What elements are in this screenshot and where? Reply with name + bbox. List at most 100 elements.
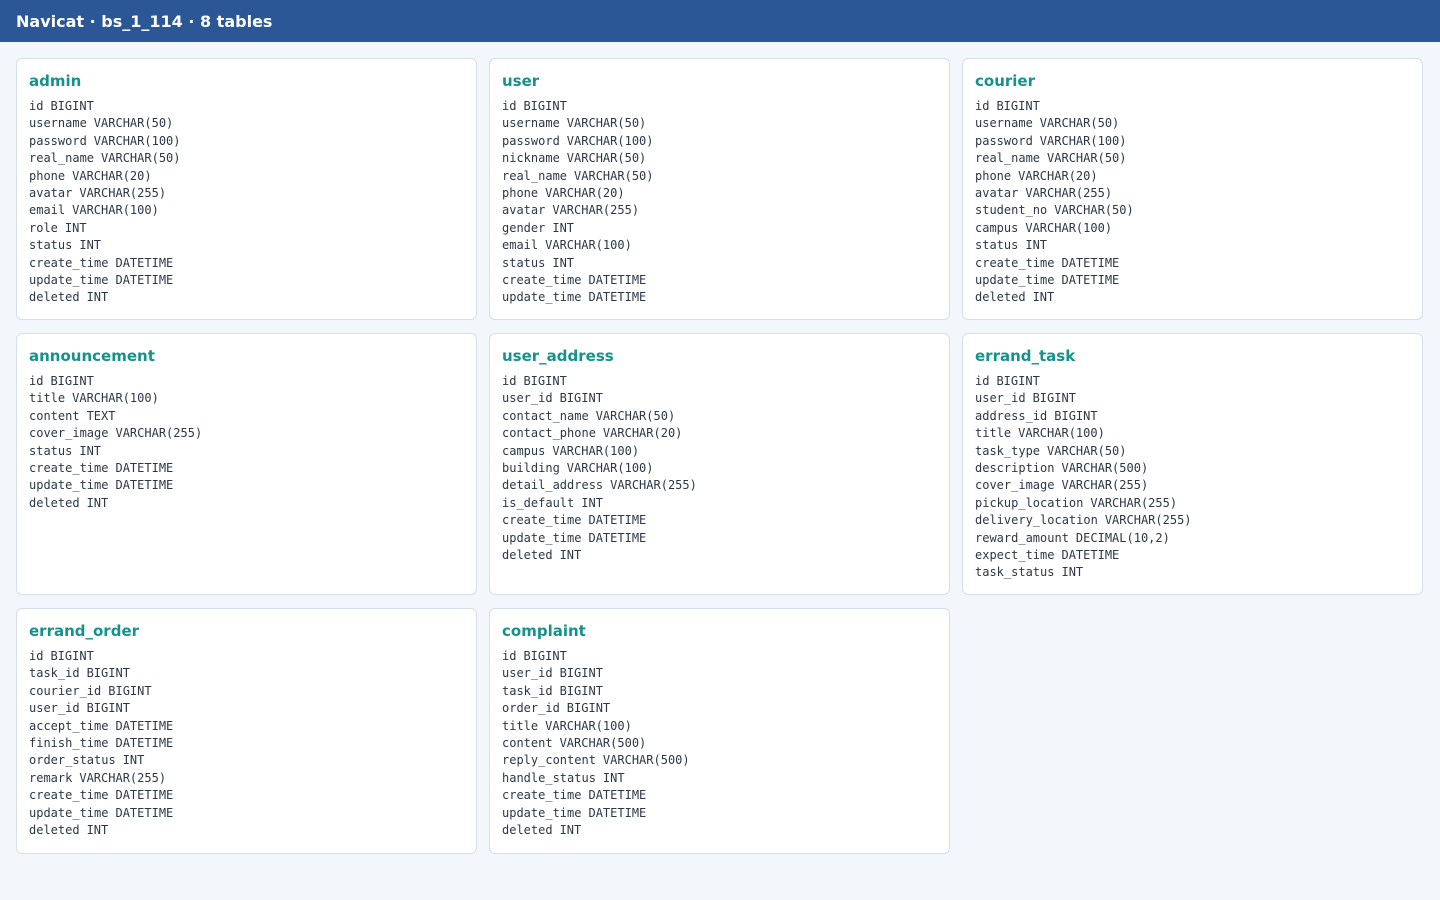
table-card-admin[interactable]: admin id BIGINT username VARCHAR(50) password… (16, 58, 477, 320)
column-row[interactable]: password VARCHAR(100) (502, 133, 937, 150)
column-row[interactable]: update_time DATETIME (502, 289, 937, 306)
column-row[interactable]: pickup_location VARCHAR(255) (975, 495, 1410, 512)
column-row[interactable]: expect_time DATETIME (975, 547, 1410, 564)
column-row[interactable]: detail_address VARCHAR(255) (502, 477, 937, 494)
column-row[interactable]: status INT (29, 237, 464, 254)
column-row[interactable]: order_status INT (29, 752, 464, 769)
column-row[interactable]: deleted INT (502, 822, 937, 839)
column-row[interactable]: description VARCHAR(500) (975, 460, 1410, 477)
column-row[interactable]: deleted INT (29, 495, 464, 512)
column-row[interactable]: task_type VARCHAR(50) (975, 443, 1410, 460)
column-row[interactable]: avatar VARCHAR(255) (975, 185, 1410, 202)
table-card-user-address[interactable]: user_address id BIGINT user_id BIGINT contact… (489, 333, 950, 595)
column-row[interactable]: contact_phone VARCHAR(20) (502, 425, 937, 442)
column-row[interactable]: update_time DATETIME (502, 530, 937, 547)
column-row[interactable]: delivery_location VARCHAR(255) (975, 512, 1410, 529)
column-row[interactable]: phone VARCHAR(20) (975, 168, 1410, 185)
column-row[interactable]: deleted INT (975, 289, 1410, 306)
table-card-errand-task[interactable]: errand_task id BIGINT user_id BIGINT address_… (962, 333, 1423, 595)
column-row[interactable]: status INT (975, 237, 1410, 254)
table-name[interactable]: errand_order (29, 621, 464, 641)
table-name[interactable]: courier (975, 71, 1410, 91)
column-row[interactable]: title VARCHAR(100) (502, 718, 937, 735)
column-row[interactable]: accept_time DATETIME (29, 718, 464, 735)
column-row[interactable]: user_id BIGINT (502, 665, 937, 682)
column-row[interactable]: update_time DATETIME (29, 805, 464, 822)
column-row[interactable]: id BIGINT (29, 373, 464, 390)
table-name[interactable]: announcement (29, 346, 464, 366)
column-row[interactable]: handle_status INT (502, 770, 937, 787)
column-row[interactable]: id BIGINT (975, 373, 1410, 390)
column-row[interactable]: update_time DATETIME (975, 272, 1410, 289)
column-row[interactable]: courier_id BIGINT (29, 683, 464, 700)
column-row[interactable]: username VARCHAR(50) (502, 115, 937, 132)
column-row[interactable]: user_id BIGINT (29, 700, 464, 717)
column-row[interactable]: building VARCHAR(100) (502, 460, 937, 477)
column-row[interactable]: cover_image VARCHAR(255) (29, 425, 464, 442)
table-name[interactable]: complaint (502, 621, 937, 641)
column-row[interactable]: is_default INT (502, 495, 937, 512)
column-row[interactable]: title VARCHAR(100) (29, 390, 464, 407)
column-row[interactable]: create_time DATETIME (502, 787, 937, 804)
column-row[interactable]: update_time DATETIME (29, 272, 464, 289)
column-row[interactable]: create_time DATETIME (502, 272, 937, 289)
column-row[interactable]: id BIGINT (29, 648, 464, 665)
column-row[interactable]: status INT (502, 255, 937, 272)
column-row[interactable]: create_time DATETIME (502, 512, 937, 529)
column-row[interactable]: update_time DATETIME (29, 477, 464, 494)
column-row[interactable]: gender INT (502, 220, 937, 237)
table-name[interactable]: admin (29, 71, 464, 91)
column-row[interactable]: email VARCHAR(100) (29, 202, 464, 219)
column-row[interactable]: real_name VARCHAR(50) (502, 168, 937, 185)
column-row[interactable]: address_id BIGINT (975, 408, 1410, 425)
column-row[interactable]: task_id BIGINT (502, 683, 937, 700)
column-row[interactable]: id BIGINT (502, 373, 937, 390)
column-row[interactable]: update_time DATETIME (502, 805, 937, 822)
column-row[interactable]: cover_image VARCHAR(255) (975, 477, 1410, 494)
table-name[interactable]: errand_task (975, 346, 1410, 366)
column-row[interactable]: reward_amount DECIMAL(10,2) (975, 530, 1410, 547)
column-row[interactable]: content TEXT (29, 408, 464, 425)
column-row[interactable]: order_id BIGINT (502, 700, 937, 717)
column-row[interactable]: content VARCHAR(500) (502, 735, 937, 752)
column-row[interactable]: avatar VARCHAR(255) (502, 202, 937, 219)
column-row[interactable]: finish_time DATETIME (29, 735, 464, 752)
column-row[interactable]: real_name VARCHAR(50) (975, 150, 1410, 167)
column-row[interactable]: create_time DATETIME (29, 787, 464, 804)
column-row[interactable]: id BIGINT (502, 648, 937, 665)
column-row[interactable]: title VARCHAR(100) (975, 425, 1410, 442)
table-card-complaint[interactable]: complaint id BIGINT user_id BIGINT task_id BIG… (489, 608, 950, 854)
column-row[interactable]: password VARCHAR(100) (975, 133, 1410, 150)
column-row[interactable]: id BIGINT (502, 98, 937, 115)
table-card-errand-order[interactable]: errand_order id BIGINT task_id BIGINT courier… (16, 608, 477, 854)
column-row[interactable]: phone VARCHAR(20) (502, 185, 937, 202)
column-row[interactable]: deleted INT (29, 822, 464, 839)
column-row[interactable]: user_id BIGINT (502, 390, 937, 407)
column-row[interactable]: username VARCHAR(50) (29, 115, 464, 132)
column-row[interactable]: role INT (29, 220, 464, 237)
column-row[interactable]: student_no VARCHAR(50) (975, 202, 1410, 219)
column-row[interactable]: id BIGINT (29, 98, 464, 115)
column-row[interactable]: nickname VARCHAR(50) (502, 150, 937, 167)
column-row[interactable]: phone VARCHAR(20) (29, 168, 464, 185)
table-card-courier[interactable]: courier id BIGINT username VARCHAR(50) passwo… (962, 58, 1423, 320)
table-name[interactable]: user (502, 71, 937, 91)
column-row[interactable]: password VARCHAR(100) (29, 133, 464, 150)
table-card-user[interactable]: user id BIGINT username VARCHAR(50) password V… (489, 58, 950, 320)
column-row[interactable]: user_id BIGINT (975, 390, 1410, 407)
column-row[interactable]: deleted INT (502, 547, 937, 564)
column-row[interactable]: email VARCHAR(100) (502, 237, 937, 254)
table-card-announcement[interactable]: announcement id BIGINT title VARCHAR(100) con… (16, 333, 477, 595)
column-row[interactable]: task_id BIGINT (29, 665, 464, 682)
column-row[interactable]: create_time DATETIME (975, 255, 1410, 272)
column-row[interactable]: id BIGINT (975, 98, 1410, 115)
column-row[interactable]: status INT (29, 443, 464, 460)
column-row[interactable]: username VARCHAR(50) (975, 115, 1410, 132)
column-row[interactable]: deleted INT (29, 289, 464, 306)
column-row[interactable]: campus VARCHAR(100) (975, 220, 1410, 237)
column-row[interactable]: campus VARCHAR(100) (502, 443, 937, 460)
column-row[interactable]: create_time DATETIME (29, 255, 464, 272)
column-row[interactable]: avatar VARCHAR(255) (29, 185, 464, 202)
column-row[interactable]: real_name VARCHAR(50) (29, 150, 464, 167)
table-name[interactable]: user_address (502, 346, 937, 366)
